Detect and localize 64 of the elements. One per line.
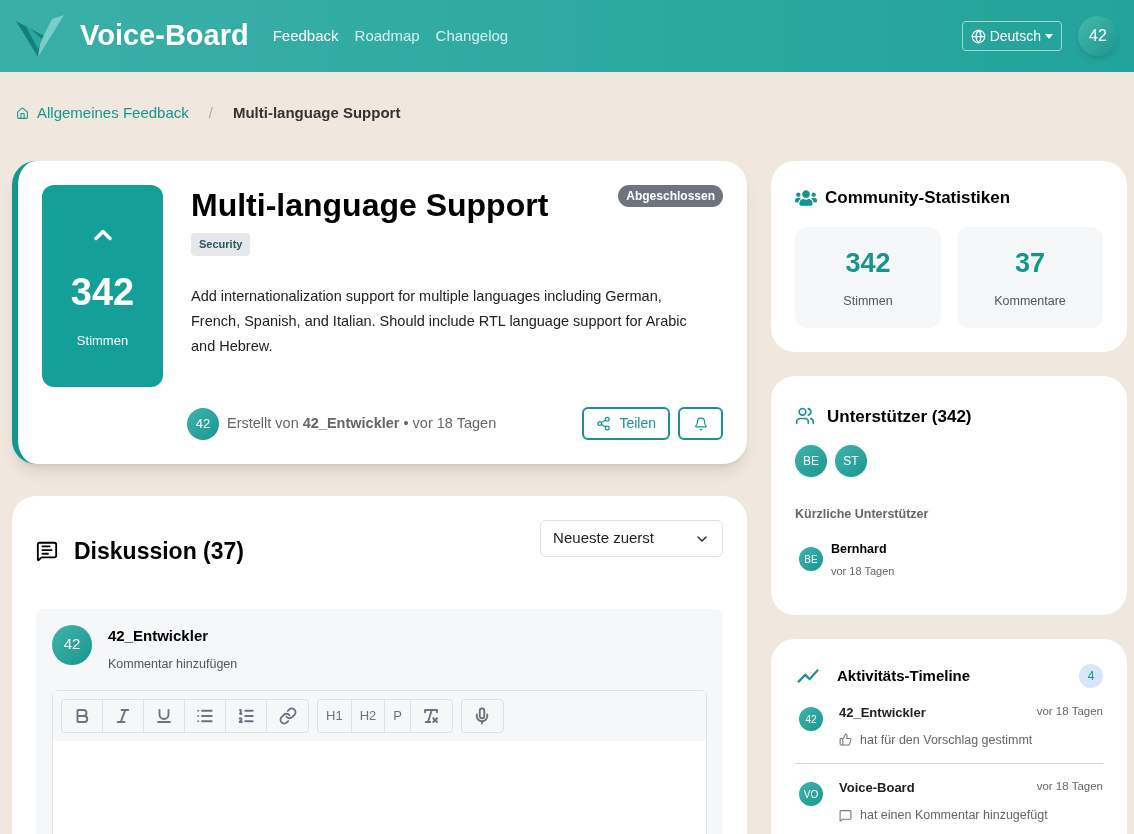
discussion-title: Diskussion (37) xyxy=(74,537,244,566)
comments-icon xyxy=(36,540,58,563)
nav-link[interactable]: Roadmap xyxy=(354,24,420,48)
speech-bubble-icon xyxy=(839,808,852,822)
composer-hint: Kommentar hinzufügen xyxy=(108,656,238,673)
home-icon xyxy=(16,106,29,120)
stat-label: Kommentare xyxy=(994,292,1066,310)
supporters-title: Unterstützer (342) xyxy=(827,405,972,428)
category-tag: Security xyxy=(191,233,251,256)
brand-name: Voice-Board xyxy=(80,18,249,54)
share-icon xyxy=(596,416,612,431)
activity-user: 42_Entwickler xyxy=(839,704,926,722)
stat-value: 342 xyxy=(845,247,891,281)
avatar: BE xyxy=(799,547,823,572)
caret-icon xyxy=(1045,33,1053,39)
vote-button[interactable]: 342 Stimmen xyxy=(42,185,163,387)
heading-button[interactable]: H1 xyxy=(318,699,352,732)
timeline-title: Aktivitäts-Timeline xyxy=(837,665,971,686)
avatar: ST xyxy=(835,445,867,477)
activity-time: vor 18 Tagen xyxy=(1036,704,1103,719)
stats-title: Community-Statistiken xyxy=(825,187,1011,209)
logo-icon xyxy=(16,15,64,57)
thumbs-up-icon xyxy=(839,733,852,747)
people-icon xyxy=(795,406,815,427)
avatar: 42 xyxy=(52,624,92,665)
activity-text: hat für den Vorschlag gestimmt xyxy=(860,731,1033,749)
count-badge: 4 xyxy=(1079,664,1103,688)
sort-dropdown[interactable]: Neueste zuerst xyxy=(540,520,723,557)
numbered-list-icon xyxy=(237,706,255,725)
breadcrumb-current: Multi-language Support xyxy=(232,102,401,123)
avatar: 42 xyxy=(187,407,219,440)
language-dropdown[interactable]: Deutsch xyxy=(961,21,1062,51)
breadcrumb-link[interactable]: Allgemeines Feedback xyxy=(37,101,189,125)
recent-title: Kürzliche Unterstützer xyxy=(795,506,930,523)
post-title: Multi-language Support xyxy=(191,186,549,225)
stat-label: Stimmen xyxy=(843,292,893,310)
clear-format-icon xyxy=(422,706,441,725)
avatar: VO xyxy=(799,782,823,807)
underline-icon xyxy=(155,706,173,725)
post-meta: Erstellt von 42_Entwickler • vor 18 Tagen xyxy=(227,413,497,433)
heading-button[interactable]: H2 xyxy=(351,699,386,732)
share-button[interactable]: Teilen xyxy=(582,407,670,440)
notify-button[interactable] xyxy=(678,407,723,440)
activity-user: Voice-Board xyxy=(839,779,915,798)
status-badge: Abgeschlossen xyxy=(618,185,723,207)
globe-icon xyxy=(970,28,986,44)
composer-user: 42_Entwickler xyxy=(108,625,210,646)
stat-value: 37 xyxy=(1014,247,1045,281)
breadcrumb-separator: / xyxy=(208,102,213,123)
italic-icon xyxy=(114,706,132,725)
text-editor[interactable]: H1 H2 P xyxy=(52,689,707,834)
avatar: BE xyxy=(795,445,827,477)
nav-link[interactable]: Changelog xyxy=(435,24,509,48)
heading-button[interactable]: P xyxy=(385,699,411,732)
activity-text: hat einen Kommentar hinzugefügt xyxy=(860,806,1048,824)
nav-link[interactable]: Feedback xyxy=(272,24,339,48)
avatar: 42 xyxy=(799,707,823,731)
avatar: 42 xyxy=(1078,16,1118,56)
activity-time: vor 18 Tagen xyxy=(1036,779,1103,795)
bell-icon xyxy=(693,416,708,431)
supporter-name: Bernhard xyxy=(831,540,888,558)
supporter-time: vor 18 Tagen xyxy=(831,563,895,579)
link-icon xyxy=(278,706,297,725)
post-description: Add internationalization support for multiple languages including German, French, Spanish, and Italian. Should include RTL language support for Arabic and Hebrew. xyxy=(191,286,688,356)
